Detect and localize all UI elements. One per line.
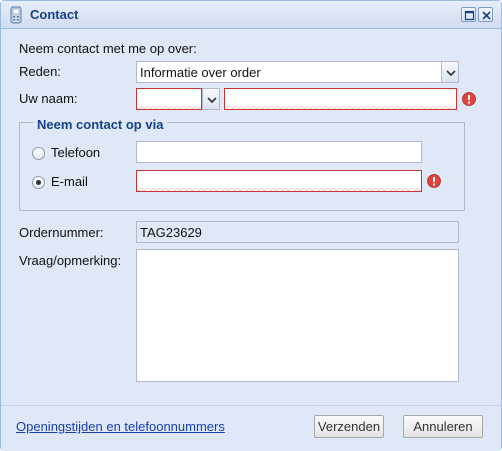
error-icon	[427, 174, 441, 188]
phone-radio[interactable]	[32, 147, 45, 160]
window-titlebar[interactable]: Contact	[1, 1, 501, 29]
maximize-button[interactable]	[461, 7, 476, 22]
name-label: Uw naam:	[19, 91, 78, 106]
phone-icon	[10, 6, 22, 24]
send-button[interactable]: Verzenden	[314, 415, 384, 438]
phone-label: Telefoon	[51, 145, 101, 160]
contact-method-legend: Neem contact op via	[33, 117, 168, 132]
opening-hours-link[interactable]: Openingstijden en telefoonnummers	[16, 419, 225, 434]
contact-window: Contact Neem contact met me op over: Red…	[0, 0, 502, 451]
form-body: Neem contact met me op over: Reden: Uw n…	[7, 33, 495, 405]
name-input[interactable]	[224, 88, 457, 110]
salutation-dropdown-trigger[interactable]	[202, 88, 220, 110]
order-number-field	[136, 221, 459, 243]
question-label: Vraag/opmerking:	[19, 253, 122, 268]
contact-method-group	[19, 122, 465, 211]
cancel-button[interactable]: Annuleren	[403, 415, 483, 438]
form-intro: Neem contact met me op over:	[19, 41, 197, 56]
order-label: Ordernummer:	[19, 225, 104, 240]
chevron-down-icon	[446, 70, 456, 76]
chevron-down-icon	[207, 97, 217, 103]
close-icon	[482, 11, 491, 20]
salutation-combo-input[interactable]	[136, 88, 202, 110]
question-textarea[interactable]	[136, 249, 459, 382]
reason-label: Reden:	[19, 64, 61, 79]
window-footer: Openingstijden en telefoonnummers Verzen…	[1, 405, 501, 451]
maximize-icon	[464, 10, 475, 21]
reason-dropdown-trigger[interactable]	[441, 61, 459, 83]
reason-combo-input[interactable]	[136, 61, 442, 83]
email-label: E-mail	[51, 174, 88, 189]
phone-input[interactable]	[136, 141, 422, 163]
close-button[interactable]	[478, 7, 493, 22]
email-input[interactable]	[136, 170, 422, 192]
window-title: Contact	[30, 7, 79, 22]
error-icon	[462, 92, 476, 106]
email-radio[interactable]	[32, 176, 45, 189]
